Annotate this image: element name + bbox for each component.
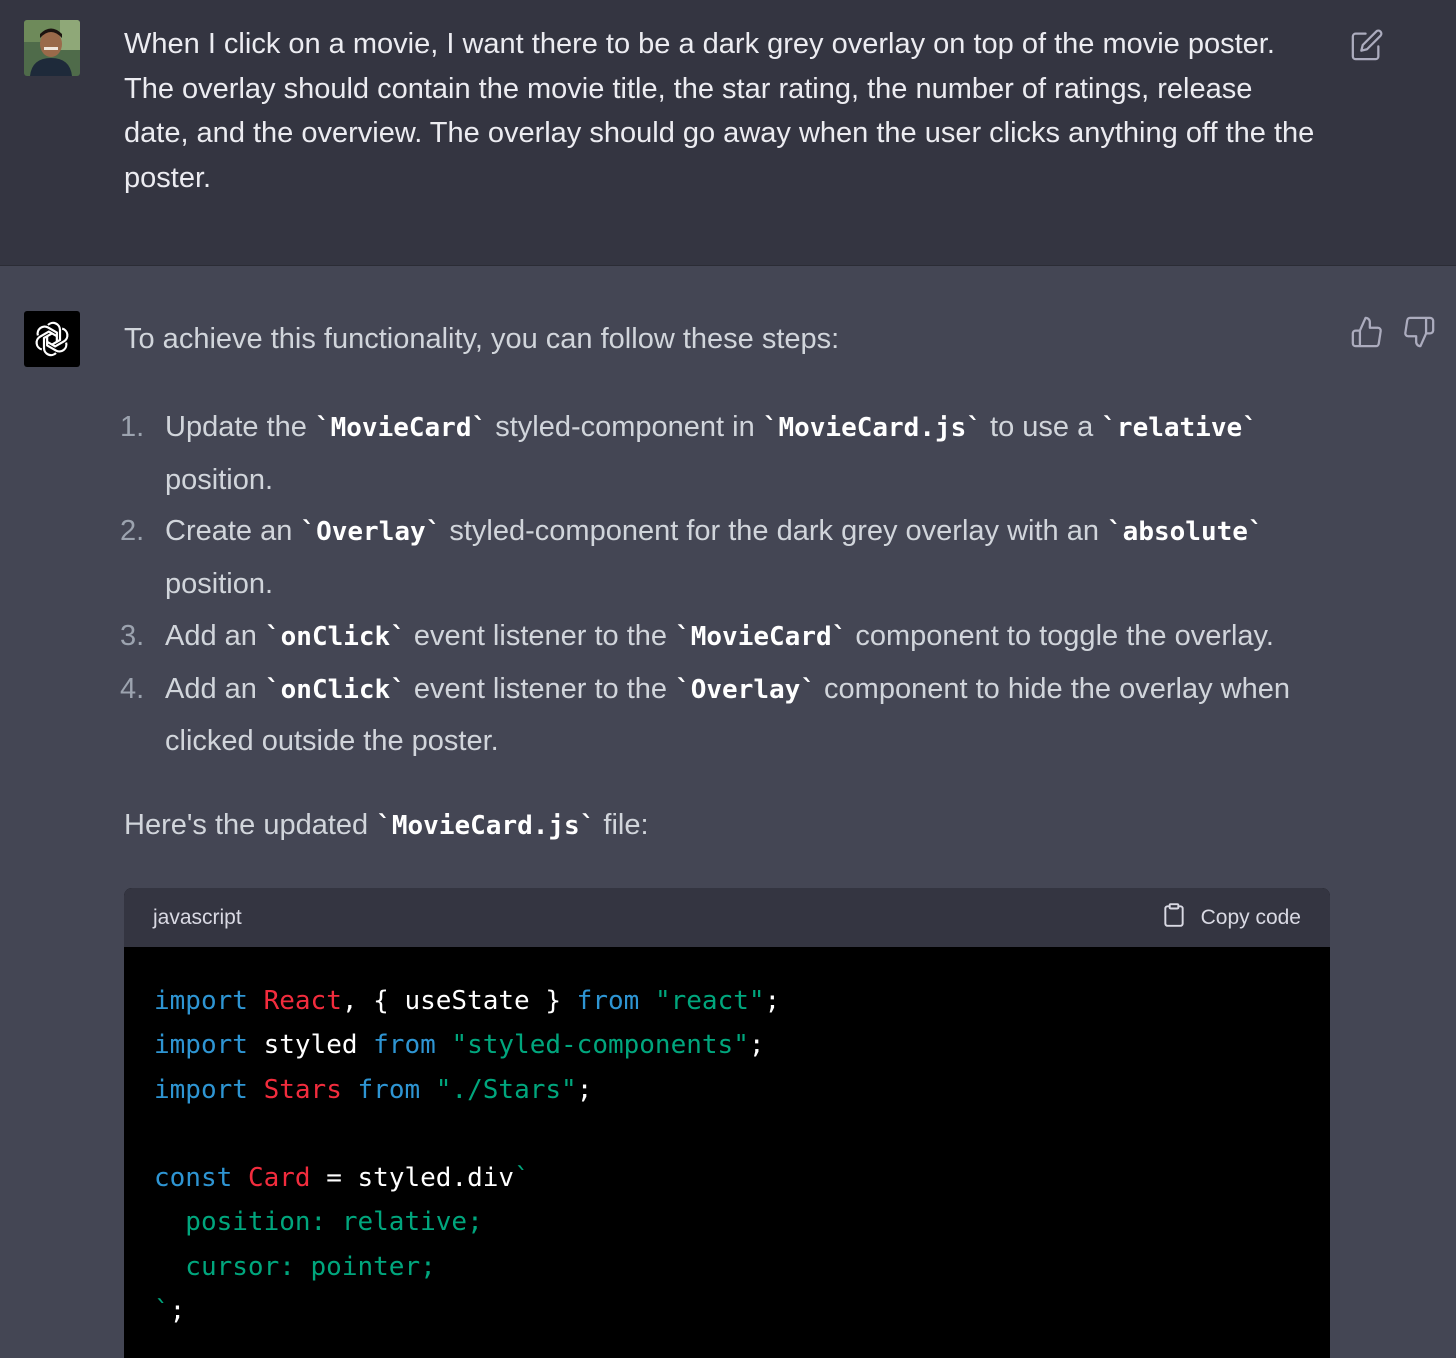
list-number: 1. bbox=[120, 411, 145, 443]
thumbs-down-icon[interactable] bbox=[1402, 315, 1436, 349]
list-item: 1. Update the `MovieCard` styled-componen… bbox=[120, 402, 1340, 506]
steps-list: 1. Update the `MovieCard` styled-componen… bbox=[120, 402, 1340, 768]
inline-code: `MovieCard.js` bbox=[376, 811, 596, 841]
inline-code: `Overlay` bbox=[300, 517, 442, 548]
clipboard-icon bbox=[1161, 901, 1187, 935]
list-number: 4. bbox=[120, 672, 145, 705]
inline-code: `absolute` bbox=[1107, 517, 1264, 548]
user-message-row: When I click on a movie, I want there to… bbox=[0, 0, 1456, 266]
code-line: position: relative; bbox=[154, 1207, 483, 1238]
assistant-message-row: To achieve this functionality, you can f… bbox=[0, 267, 1456, 1358]
thumbs-up-icon[interactable] bbox=[1350, 315, 1384, 349]
code-line: import styled from "styled-components"; bbox=[154, 1030, 765, 1061]
inline-code: `Overlay` bbox=[675, 674, 816, 705]
assistant-intro-text: To achieve this functionality, you can f… bbox=[124, 323, 840, 355]
inline-code: `onClick` bbox=[264, 674, 406, 705]
updated-prefix: Here's the updated bbox=[124, 809, 377, 841]
step-text: position. bbox=[165, 463, 274, 496]
updated-suffix: file: bbox=[595, 809, 649, 841]
inline-code: `relative` bbox=[1101, 413, 1258, 443]
step-text: event listener to the bbox=[405, 672, 676, 705]
inline-code: `onClick` bbox=[264, 621, 406, 652]
step-text: position. bbox=[165, 568, 274, 601]
list-number: 3. bbox=[120, 619, 145, 652]
openai-logo-icon bbox=[24, 311, 80, 367]
code-line: import React, { useState } from "react"; bbox=[154, 986, 781, 1016]
edit-icon[interactable] bbox=[1350, 28, 1384, 62]
copy-code-button[interactable]: Copy code bbox=[1161, 903, 1301, 933]
step-text: Add an bbox=[165, 672, 265, 705]
updated-file-text: Here's the updated `MovieCard.js` file: bbox=[124, 803, 649, 848]
user-avatar bbox=[24, 20, 80, 76]
inline-code: `MovieCard` bbox=[314, 413, 488, 443]
step-text: Add an bbox=[165, 619, 265, 652]
code-block: javascript Copy code import React, { use… bbox=[124, 888, 1330, 1358]
step-text: component to toggle the overlay. bbox=[847, 619, 1274, 652]
inline-code: `MovieCard` bbox=[675, 621, 848, 652]
code-line: const Card = styled.div` bbox=[154, 1163, 530, 1194]
list-item: 2. Create an `Overlay` styled-component f… bbox=[120, 506, 1340, 610]
step-text: styled-component for the dark grey overl… bbox=[441, 515, 1108, 548]
code-language: javascript bbox=[153, 906, 242, 929]
step-text: to use a bbox=[981, 411, 1102, 443]
code-body: import React, { useState } from "react";… bbox=[124, 947, 1330, 1333]
list-number: 2. bbox=[120, 515, 145, 548]
step-text: Update the bbox=[165, 411, 315, 443]
list-item: 3. Add an `onClick` event listener to the… bbox=[120, 611, 1340, 664]
code-line: cursor: pointer; bbox=[154, 1251, 436, 1282]
code-line: `; bbox=[154, 1296, 186, 1327]
step-text: Create an bbox=[165, 515, 301, 548]
user-message-text: When I click on a movie, I want there to… bbox=[124, 28, 1315, 194]
inline-code: `MovieCard.js` bbox=[762, 413, 982, 443]
code-line: import Stars from "./Stars"; bbox=[154, 1074, 593, 1105]
code-header: javascript Copy code bbox=[124, 888, 1330, 947]
list-item: 4. Add an `onClick` event listener to the… bbox=[120, 664, 1340, 768]
step-text: styled-component in bbox=[487, 411, 763, 443]
step-text: event listener to the bbox=[405, 619, 676, 652]
copy-code-label: Copy code bbox=[1200, 906, 1301, 929]
